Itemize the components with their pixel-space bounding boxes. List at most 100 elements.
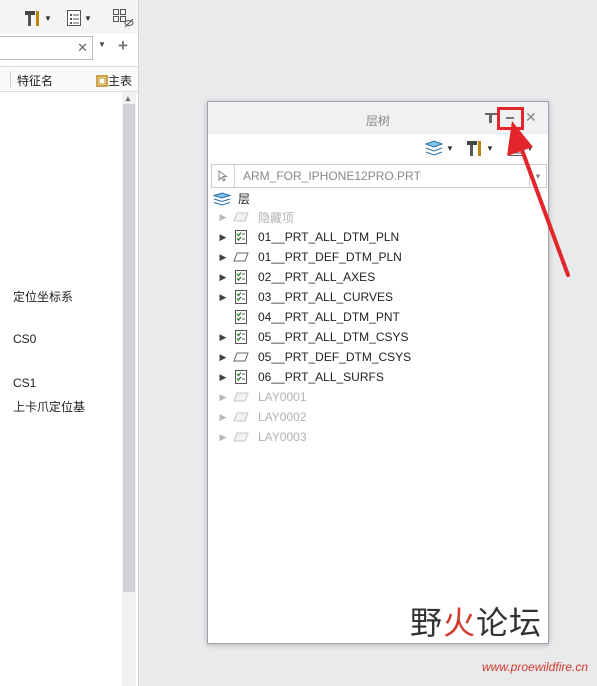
- layer-row[interactable]: ▶ 01__PRT_ALL_DTM_PLN: [217, 227, 399, 247]
- model-tree-search-input[interactable]: ✕: [0, 36, 93, 60]
- watermark-char: 火: [443, 605, 477, 641]
- add-icon[interactable]: +: [118, 36, 128, 56]
- layer-root[interactable]: 层: [213, 190, 250, 207]
- layer-label: 05__PRT_DEF_DTM_CSYS: [258, 350, 412, 364]
- tree-item[interactable]: 上卡爪定位基: [13, 398, 85, 415]
- layer-row[interactable]: ▶ LAY0003: [217, 427, 307, 447]
- layer-label: 02__PRT_ALL_AXES: [258, 270, 376, 284]
- dialog-toolbar: ▼ ▼ ▼: [208, 134, 548, 162]
- tools-button[interactable]: ▼: [24, 9, 52, 27]
- active-model-select[interactable]: ARM_FOR_IPHONE12PRO.PRT ▼: [211, 164, 547, 188]
- layer-label: LAY0003: [258, 430, 307, 444]
- show-list-button[interactable]: ▼: [66, 9, 92, 27]
- pin-icon[interactable]: [484, 112, 498, 124]
- watermark-char: 论坛: [476, 605, 543, 641]
- expand-arrow-icon[interactable]: ▶: [217, 212, 229, 223]
- layer-rule-icon: [232, 270, 250, 284]
- plane-icon: [232, 390, 250, 404]
- layer-row[interactable]: 04__PRT_ALL_DTM_PNT: [217, 307, 400, 327]
- close-icon[interactable]: ✕: [77, 40, 88, 56]
- layer-row[interactable]: ▶ 隐藏项: [217, 207, 294, 227]
- plane-icon: [232, 210, 250, 224]
- list-icon: [509, 140, 523, 156]
- chevron-down-icon: ▼: [526, 143, 534, 153]
- cursor-icon[interactable]: [212, 165, 235, 187]
- scroll-thumb[interactable]: [123, 104, 135, 592]
- watermark-char: 野: [410, 605, 444, 641]
- model-tree-header: 特征名 主表: [0, 66, 138, 92]
- plane-icon: [232, 250, 250, 264]
- layer-label: 06__PRT_ALL_SURFS: [258, 370, 384, 384]
- chevron-down-icon: ▼: [486, 143, 494, 153]
- plane-icon: [232, 410, 250, 424]
- layer-row[interactable]: ▶ LAY0002: [217, 407, 307, 427]
- plane-icon: [232, 430, 250, 444]
- layer-row[interactable]: ▶ 05__PRT_DEF_DTM_CSYS: [217, 347, 412, 367]
- layer-row[interactable]: ▶ 01__PRT_DEF_DTM_PLN: [217, 247, 402, 267]
- watermark-title: 野火论坛: [410, 598, 542, 644]
- tree-item[interactable]: CS0: [13, 332, 36, 346]
- layer-row[interactable]: ▶ 03__PRT_ALL_CURVES: [217, 287, 393, 307]
- expand-arrow-icon[interactable]: ▶: [217, 372, 229, 383]
- expand-arrow-icon[interactable]: ▶: [217, 232, 229, 243]
- table-frame-icon: [96, 74, 108, 87]
- plane-icon: [232, 350, 250, 364]
- chevron-down-icon[interactable]: ▼: [98, 40, 106, 49]
- expand-arrow-icon[interactable]: ▶: [217, 272, 229, 283]
- layers-icon: [213, 191, 231, 206]
- layer-label: LAY0001: [258, 390, 307, 404]
- grid-settings-icon: [113, 9, 134, 28]
- list-icon: [67, 10, 81, 26]
- model-name: ARM_FOR_IPHONE12PRO.PRT: [243, 169, 421, 183]
- hammer-icon: [467, 141, 481, 156]
- layer-label: 03__PRT_ALL_CURVES: [258, 290, 393, 304]
- column-feature-name[interactable]: 特征名: [17, 72, 53, 89]
- expand-arrow-icon[interactable]: ▶: [217, 432, 229, 443]
- layer-rule-icon: [232, 370, 250, 384]
- column-main-label: 主表: [108, 74, 133, 88]
- chevron-down-icon: ▼: [446, 143, 454, 153]
- layer-rule-icon: [232, 330, 250, 344]
- layers-icon: [424, 140, 444, 156]
- settings-button[interactable]: [112, 9, 134, 28]
- layer-rule-icon: [232, 290, 250, 304]
- expand-arrow-icon[interactable]: ▶: [217, 292, 229, 303]
- layer-row[interactable]: ▶ 06__PRT_ALL_SURFS: [217, 367, 384, 387]
- watermark-logo: 野火论坛 www.proewildfire.cn: [410, 598, 590, 684]
- model-tree-toolbar: ▼ ▼: [0, 0, 138, 34]
- layers-menu-button[interactable]: ▼: [424, 139, 454, 157]
- annotation-highlight-box: [497, 107, 524, 130]
- model-tree-panel: ▼ ▼ ✕ ▼ + 特征名 主表 定位坐标系 CS0 CS1 上卡爪定位基 ▲: [0, 0, 139, 686]
- layer-label: 05__PRT_ALL_DTM_CSYS: [258, 330, 409, 344]
- layer-label: 01__PRT_DEF_DTM_PLN: [258, 250, 402, 264]
- layer-label: LAY0002: [258, 410, 307, 424]
- expand-arrow-icon[interactable]: ▶: [217, 392, 229, 403]
- column-divider: [10, 71, 11, 87]
- scroll-up-icon[interactable]: ▲: [124, 94, 132, 103]
- layer-row[interactable]: ▶ 02__PRT_ALL_AXES: [217, 267, 375, 287]
- layer-row[interactable]: ▶ LAY0001: [217, 387, 307, 407]
- watermark-url: www.proewildfire.cn: [482, 660, 589, 674]
- layer-label: 04__PRT_ALL_DTM_PNT: [258, 310, 400, 324]
- vertical-scrollbar[interactable]: ▲: [122, 92, 136, 686]
- tree-item[interactable]: 定位坐标系: [13, 288, 73, 305]
- expand-arrow-icon[interactable]: ▶: [217, 412, 229, 423]
- layer-label: 01__PRT_ALL_DTM_PLN: [258, 230, 400, 244]
- layer-rule-icon: [232, 310, 250, 324]
- expand-arrow-icon[interactable]: ▶: [217, 252, 229, 263]
- layer-tree-dialog: 层树 ✕ ▼ ▼ ▼ ARM_FOR_IPHONE12PRO.PRT ▼ 层 ▶…: [207, 101, 549, 644]
- layer-row[interactable]: ▶ 05__PRT_ALL_DTM_CSYS: [217, 327, 409, 347]
- hammer-icon: [25, 11, 39, 26]
- layer-root-label: 层: [238, 192, 251, 206]
- close-icon[interactable]: ✕: [525, 109, 537, 126]
- column-main-table[interactable]: 主表: [96, 72, 132, 89]
- layer-tools-button[interactable]: ▼: [466, 139, 494, 157]
- layer-show-button[interactable]: ▼: [508, 139, 534, 157]
- chevron-down-icon[interactable]: ▼: [529, 165, 546, 187]
- expand-arrow-icon[interactable]: ▶: [217, 352, 229, 363]
- layer-label: 隐藏项: [258, 210, 295, 225]
- layer-rule-icon: [232, 230, 250, 244]
- chevron-down-icon: ▼: [84, 13, 92, 23]
- tree-item[interactable]: CS1: [13, 376, 36, 390]
- expand-arrow-icon[interactable]: ▶: [217, 332, 229, 343]
